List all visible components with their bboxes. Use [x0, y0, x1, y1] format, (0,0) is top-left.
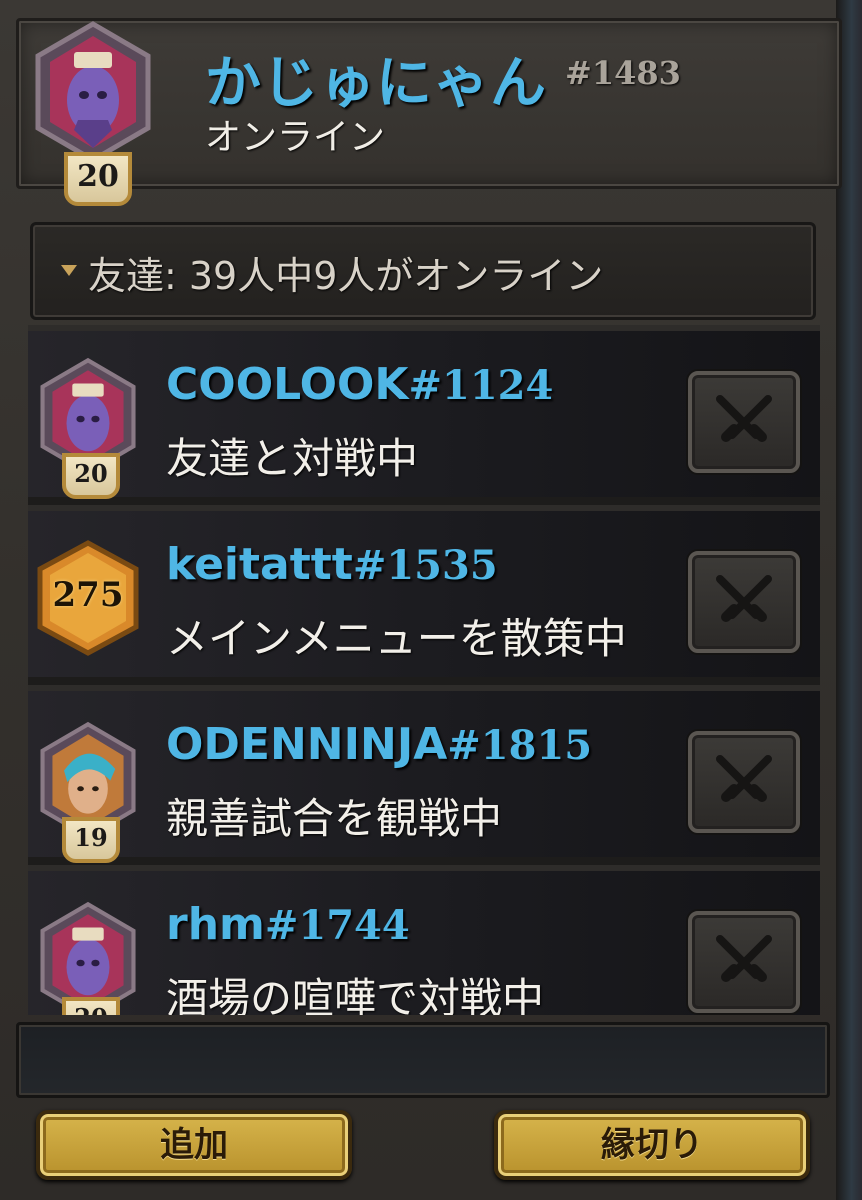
- player-avatar[interactable]: 20: [34, 20, 152, 210]
- player-name: かじゅにゃん: [205, 51, 547, 116]
- friend-status: メインメニューを散策中: [166, 614, 627, 663]
- rank-badge-value: 275: [52, 575, 124, 615]
- friend-avatar: 275: [36, 539, 140, 659]
- friend-name: ODENNINJA#1815: [166, 719, 593, 770]
- challenge-button[interactable]: [688, 371, 800, 473]
- challenge-button[interactable]: [688, 731, 800, 833]
- friend-status: 友達と対戦中: [166, 434, 419, 483]
- friend-row[interactable]: 275 keitattt#1535 メインメニューを散策中: [28, 505, 820, 677]
- friend-name: keitattt#1535: [166, 539, 498, 590]
- crossed-swords-icon: [716, 395, 772, 442]
- friends-section-header[interactable]: 友達: 39人中9人がオンライン: [30, 222, 816, 320]
- friend-avatar: 20: [38, 357, 138, 507]
- level-badge: 20: [62, 453, 120, 499]
- level-badge: 19: [62, 817, 120, 863]
- crossed-swords-icon: [716, 935, 772, 982]
- friend-name: rhm#1744: [166, 899, 410, 950]
- friend-status: 酒場の喧嘩で対戦中: [166, 974, 545, 1015]
- friend-row[interactable]: 19 ODENNINJA#1815 親善試合を観戦中: [28, 685, 820, 863]
- level-badge: 20: [62, 997, 120, 1015]
- challenge-button[interactable]: [688, 551, 800, 653]
- remove-friend-button[interactable]: 縁切り: [494, 1110, 810, 1180]
- friend-avatar: 19: [38, 721, 138, 871]
- friend-avatar: 20: [38, 901, 138, 1015]
- friend-status: 親善試合を観戦中: [166, 794, 503, 843]
- level-badge: 20: [64, 152, 132, 206]
- friend-row[interactable]: 20 COOLOOK#1124 友達と対戦中: [28, 325, 820, 499]
- player-tag: #1483: [565, 54, 681, 92]
- message-input[interactable]: [16, 1022, 830, 1098]
- collapse-caret-icon: [61, 265, 77, 276]
- friends-list[interactable]: 20 COOLOOK#1124 友達と対戦中 275 keitattt#1535…: [28, 325, 820, 1015]
- friend-row[interactable]: 20 rhm#1744 酒場の喧嘩で対戦中: [28, 865, 820, 1015]
- player-status: オンライン: [205, 117, 386, 158]
- crossed-swords-icon: [716, 755, 772, 802]
- add-friend-button[interactable]: 追加: [36, 1110, 352, 1180]
- challenge-button[interactable]: [688, 911, 800, 1013]
- friend-name: COOLOOK#1124: [166, 359, 554, 410]
- crossed-swords-icon: [716, 575, 772, 622]
- hero-portrait-icon: [35, 21, 151, 163]
- friends-count-label: 友達: 39人中9人がオンライン: [88, 254, 604, 298]
